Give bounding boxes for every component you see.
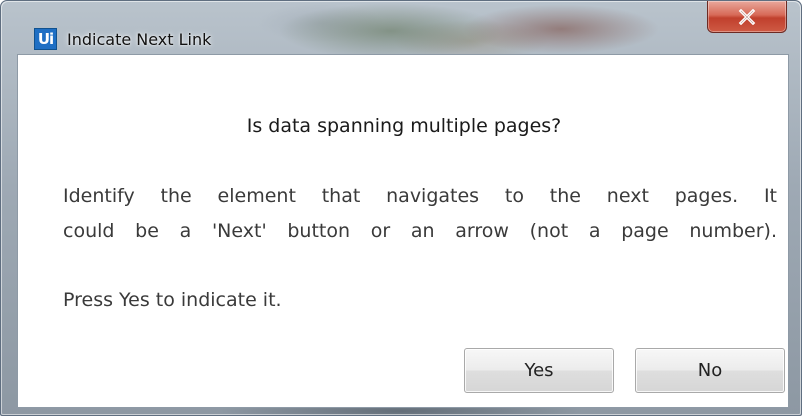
yes-button[interactable]: Yes: [464, 348, 614, 393]
dialog-prompt: Press Yes to indicate it.: [63, 289, 282, 311]
dialog-window: Ui Indicate Next Link Is data spanning m…: [0, 0, 802, 416]
close-button[interactable]: [707, 1, 787, 33]
title-bar[interactable]: Ui Indicate Next Link: [1, 1, 801, 51]
close-x-icon: [738, 8, 756, 25]
uipath-app-icon: Ui: [34, 28, 57, 50]
yes-button-label: Yes: [524, 360, 554, 381]
description-line-2: could be a 'Next' button or an arrow (no…: [63, 220, 777, 242]
dialog-description: Identify the element that navigates to t…: [63, 179, 777, 249]
no-button[interactable]: No: [635, 348, 785, 393]
no-button-label: No: [697, 360, 723, 381]
dialog-heading: Is data spanning multiple pages?: [246, 115, 562, 137]
description-line-1: Identify the element that navigates to t…: [63, 185, 777, 207]
dialog-content: Is data spanning multiple pages? Identif…: [17, 54, 789, 408]
app-icon-text: Ui: [37, 30, 54, 48]
window-title: Indicate Next Link: [67, 30, 212, 49]
